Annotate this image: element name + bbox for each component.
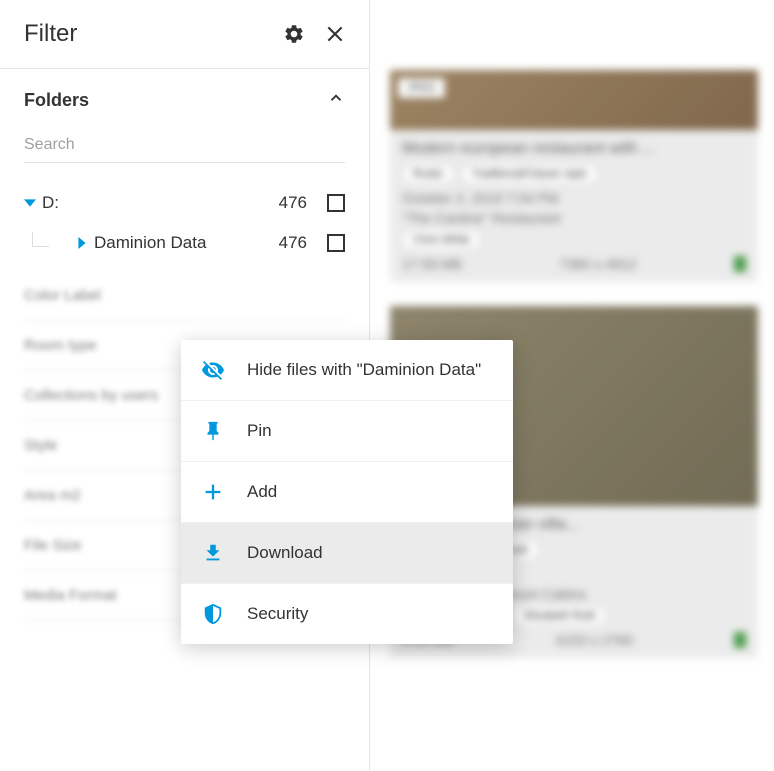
pin-icon: [201, 419, 225, 443]
folders-section: Folders: [0, 69, 369, 175]
asset-title: Modern european restaurant with ...: [402, 140, 746, 158]
menu-hide-files[interactable]: Hide files with "Daminion Data": [181, 340, 513, 401]
menu-add[interactable]: Add: [181, 462, 513, 523]
collapse-button[interactable]: [327, 89, 345, 112]
menu-label: Pin: [247, 421, 272, 441]
tree-count: 476: [279, 193, 307, 213]
settings-button[interactable]: [283, 23, 305, 45]
triangle-down-icon: [24, 197, 36, 209]
tree-item-drive[interactable]: D: 476: [24, 183, 345, 223]
format-badge: JPEG: [398, 78, 445, 98]
folders-title: Folders: [24, 90, 89, 111]
filter-row: Color Label: [24, 271, 345, 321]
sidebar-header: Filter: [0, 0, 369, 69]
close-icon: [325, 24, 345, 44]
tree-expand-arrow[interactable]: [24, 197, 36, 209]
menu-label: Hide files with "Daminion Data": [247, 360, 481, 380]
tree-count: 476: [279, 233, 307, 253]
plus-icon: [201, 480, 225, 504]
asset-thumbnail: JPEG: [390, 70, 758, 130]
menu-label: Download: [247, 543, 323, 563]
hide-icon: [201, 358, 225, 382]
gear-icon: [283, 23, 305, 45]
tree-label: D:: [42, 193, 279, 213]
tree-label: Daminion Data: [94, 233, 279, 253]
folder-search-input[interactable]: [24, 128, 345, 163]
download-icon: [201, 541, 225, 565]
menu-label: Security: [247, 604, 308, 624]
tree-checkbox[interactable]: [327, 234, 345, 252]
folder-tree: D: 476 Daminion Data 476: [0, 175, 369, 271]
menu-pin[interactable]: Pin: [181, 401, 513, 462]
tree-checkbox[interactable]: [327, 194, 345, 212]
asset-card: JPEG Modern european restaurant with ...…: [390, 70, 758, 282]
bookmark-icon: [734, 256, 746, 272]
folders-header[interactable]: Folders: [24, 89, 345, 112]
shield-icon: [201, 602, 225, 626]
menu-label: Add: [247, 482, 277, 502]
menu-download[interactable]: Download: [181, 523, 513, 584]
close-button[interactable]: [325, 24, 345, 44]
menu-security[interactable]: Security: [181, 584, 513, 644]
triangle-right-icon: [76, 237, 88, 249]
chevron-up-icon: [327, 89, 345, 107]
bookmark-icon: [734, 632, 746, 648]
folder-context-menu: Hide files with "Daminion Data" Pin Add …: [181, 340, 513, 644]
tree-expand-arrow[interactable]: [76, 237, 88, 249]
tree-item-folder[interactable]: Daminion Data 476: [24, 223, 345, 263]
sidebar-title: Filter: [24, 20, 77, 48]
